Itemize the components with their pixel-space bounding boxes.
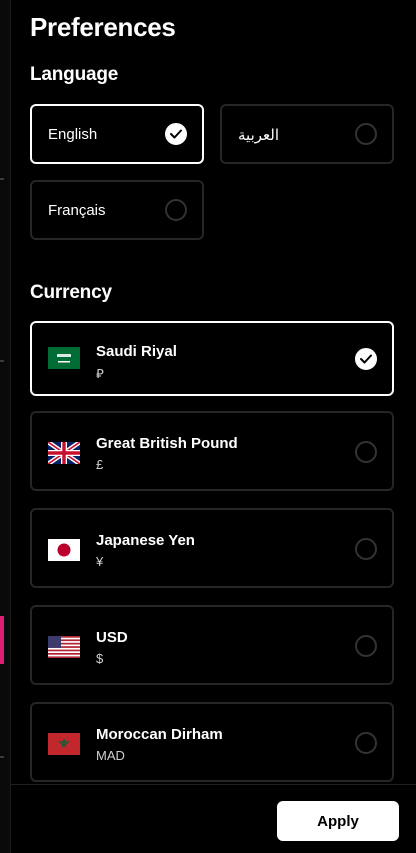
- currency-option-usd[interactable]: USD $: [30, 605, 394, 685]
- language-option-english[interactable]: English: [30, 104, 204, 164]
- radio-unselected-icon: [355, 441, 377, 463]
- app-stage: Preferences Language English العربية Fra…: [0, 0, 416, 853]
- currency-symbol: MAD: [96, 748, 125, 763]
- currency-name: Great British Pound: [96, 435, 238, 452]
- language-section-label: Language: [30, 64, 119, 85]
- currency-symbol: ⃁: [96, 366, 104, 381]
- currency-option-sar[interactable]: Saudi Riyal ⃁: [30, 321, 394, 396]
- morocco-flag-icon: [48, 733, 80, 755]
- language-option-arabic[interactable]: العربية: [220, 104, 394, 164]
- drawer-footer: Apply: [11, 784, 416, 853]
- backdrop-fragment: [0, 756, 4, 758]
- backdrop-fragment: [0, 360, 4, 362]
- currency-name: USD: [96, 629, 128, 646]
- checkmark-icon: [355, 348, 377, 370]
- currency-option-mad[interactable]: Moroccan Dirham MAD: [30, 702, 394, 782]
- apply-button[interactable]: Apply: [277, 801, 399, 841]
- radio-unselected-icon: [165, 199, 187, 221]
- currency-name: Japanese Yen: [96, 532, 195, 549]
- currency-symbol: ¥: [96, 554, 104, 569]
- uk-flag-icon: [48, 442, 80, 464]
- radio-unselected-icon: [355, 538, 377, 560]
- backdrop-accent-strip: [0, 616, 4, 664]
- currency-name: Moroccan Dirham: [96, 726, 223, 743]
- currency-option-gbp[interactable]: Great British Pound £: [30, 411, 394, 491]
- page-title: Preferences: [30, 12, 176, 42]
- language-option-label: Français: [48, 202, 106, 219]
- saudi-arabia-flag-icon: [48, 347, 80, 369]
- japan-flag-icon: [48, 539, 80, 561]
- backdrop-fragment: [0, 178, 4, 180]
- currency-symbol: £: [96, 457, 104, 472]
- radio-unselected-icon: [355, 635, 377, 657]
- language-option-label: English: [48, 126, 98, 143]
- radio-unselected-icon: [355, 123, 377, 145]
- currency-name: Saudi Riyal: [96, 343, 177, 360]
- page-backdrop: [0, 0, 10, 853]
- checkmark-icon: [165, 123, 187, 145]
- us-flag-icon: [48, 636, 80, 658]
- language-option-label: العربية: [238, 127, 279, 144]
- currency-option-jpy[interactable]: Japanese Yen ¥: [30, 508, 394, 588]
- language-option-french[interactable]: Français: [30, 180, 204, 240]
- currency-symbol: $: [96, 651, 104, 666]
- currency-section-label: Currency: [30, 282, 112, 303]
- radio-unselected-icon: [355, 732, 377, 754]
- preferences-drawer: Preferences Language English العربية Fra…: [10, 0, 416, 853]
